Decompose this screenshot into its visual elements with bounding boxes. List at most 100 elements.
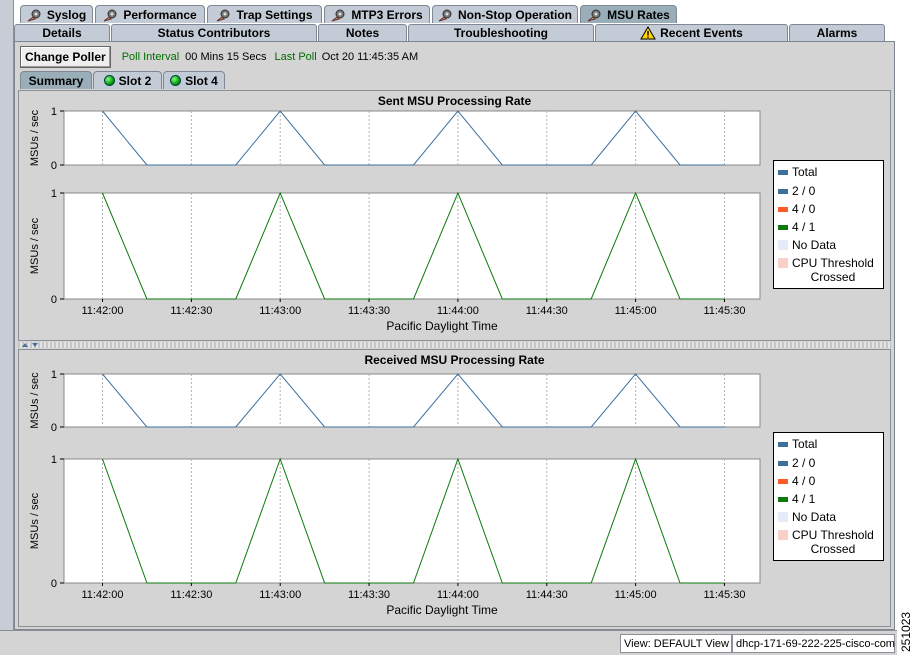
subtab-slot-4[interactable]: Slot 4 xyxy=(163,71,225,89)
subtab-label: Slot 4 xyxy=(185,73,218,88)
subplot-1: 0 1 MSUs / sec xyxy=(29,454,761,590)
tab-performance[interactable]: Performance xyxy=(95,5,205,23)
tab-details[interactable]: Details xyxy=(14,24,110,41)
tab-notes[interactable]: Notes xyxy=(318,24,407,41)
y-tick-label: 1 xyxy=(51,369,57,381)
content-area: Change Poller Poll Interval 00 Mins 15 S… xyxy=(14,41,895,630)
legend-label: 4 / 0 xyxy=(792,474,816,488)
legend-label: Total xyxy=(792,165,818,179)
legend-label: 2 / 0 xyxy=(792,184,816,198)
green-status-icon xyxy=(103,75,115,86)
tab-label: MSU Rates xyxy=(607,7,670,22)
y-axis-label: MSUs / sec xyxy=(29,372,41,429)
y-tick-label: 0 xyxy=(51,160,57,172)
x-tick-label: 11:42:30 xyxy=(170,305,212,317)
received-msu-chart: 0 1 MSUs / sec 0 1 MSUs / sec 11:42:00 11:42:30… xyxy=(29,369,761,617)
plot-area xyxy=(63,192,761,300)
tab-troubleshooting[interactable]: Troubleshooting xyxy=(408,24,594,41)
legend-label: No Data xyxy=(792,238,837,252)
tab-label: Status Contributors xyxy=(157,26,271,40)
legend-swatch xyxy=(778,461,788,466)
legend-swatch xyxy=(778,497,788,502)
x-tick-label: 11:44:30 xyxy=(526,589,568,601)
gear-hand-icon xyxy=(332,9,345,21)
y-axis-label: MSUs / sec xyxy=(29,109,41,166)
legend-item: Total xyxy=(778,165,817,179)
left-edge xyxy=(0,0,14,630)
legend-item: 4 / 1 xyxy=(778,492,815,506)
tab-trap-settings[interactable]: Trap Settings xyxy=(207,5,322,23)
x-tick-label: 11:42:00 xyxy=(81,305,123,317)
x-tick-label: 11:43:30 xyxy=(348,589,390,601)
x-tick-label: 11:42:00 xyxy=(81,589,123,601)
y-tick-label: 1 xyxy=(51,106,57,118)
legend-label: 4 / 0 xyxy=(792,202,816,216)
subplot-0: 0 1 MSUs / sec xyxy=(29,369,761,434)
y-tick-label: 1 xyxy=(51,188,57,200)
x-tick-label: 11:45:30 xyxy=(703,305,745,317)
legend-swatch xyxy=(778,512,788,522)
x-axis-label: Pacific Daylight Time xyxy=(386,603,498,617)
poll-toolbar: Change Poller Poll Interval 00 Mins 15 S… xyxy=(20,46,418,68)
last-poll-label: Last Poll xyxy=(274,51,317,63)
tab-non-stop-operation[interactable]: Non-Stop Operation xyxy=(432,5,578,23)
tab-syslog[interactable]: Syslog xyxy=(20,5,93,23)
tab-status-contributors[interactable]: Status Contributors xyxy=(111,24,317,41)
x-tick-label: 11:45:30 xyxy=(703,589,745,601)
legend-swatch xyxy=(778,240,788,250)
subtab-slot-2[interactable]: Slot 2 xyxy=(93,71,162,89)
legend-label: 4 / 1 xyxy=(792,492,816,506)
subplot-0: 0 1 MSUs / sec xyxy=(29,106,761,172)
view-indicator: View: DEFAULT View xyxy=(620,634,732,653)
legend-label: No Data xyxy=(792,510,837,524)
poll-interval-label: Poll Interval xyxy=(121,51,180,63)
subplot-1: 0 1 MSUs / sec xyxy=(29,188,761,306)
x-tick-label: 11:43:30 xyxy=(348,305,390,317)
x-tick-label: 11:43:00 xyxy=(259,305,301,317)
legend-swatch xyxy=(778,207,788,212)
host-indicator: dhcp-171-69-222-225-cisco-com xyxy=(732,634,895,653)
tab-label: Alarms xyxy=(816,26,858,40)
change-poller-button[interactable]: Change Poller xyxy=(20,46,111,68)
subtab-label: Slot 2 xyxy=(118,73,152,88)
tab-mtp3-errors[interactable]: MTP3 Errors xyxy=(324,5,430,23)
legend-item: CPU Threshold Crossed xyxy=(778,528,874,556)
y-axis-label: MSUs / sec xyxy=(29,492,41,549)
legend-item: 2 / 0 xyxy=(778,456,815,470)
legend-label: CPU Threshold Crossed xyxy=(792,256,874,284)
collapse-arrows-icon[interactable] xyxy=(20,342,44,348)
app-window: Syslog Performance Trap Settings MTP3 Er… xyxy=(0,0,897,655)
tab-label: Recent Events xyxy=(660,26,743,40)
y-tick-label: 0 xyxy=(51,578,57,590)
subtab-summary[interactable]: Summary xyxy=(20,71,92,89)
legend-item: No Data xyxy=(778,238,836,252)
tab-label: Non-Stop Operation xyxy=(458,7,572,22)
plot-area xyxy=(63,110,761,166)
plot-area xyxy=(63,458,761,584)
tab-label: Details xyxy=(42,26,82,40)
legend-item: Total xyxy=(778,437,817,451)
tab-msu-rates[interactable]: MSU Rates xyxy=(580,5,677,23)
chart-legend: Total 2 / 0 4 / 0 4 / 1 No Data CPU Threshold… xyxy=(773,160,884,289)
legend-swatch xyxy=(778,258,788,268)
tab-alarms[interactable]: Alarms xyxy=(789,24,885,41)
legend-swatch xyxy=(778,442,788,447)
x-tick-label: 11:44:00 xyxy=(437,589,479,601)
subtab-label: Summary xyxy=(28,73,84,88)
legend-swatch xyxy=(778,530,788,540)
legend-item: 2 / 0 xyxy=(778,184,815,198)
legend-label: Total xyxy=(792,437,818,451)
tab-label: Performance xyxy=(123,7,197,22)
legend-label: 2 / 0 xyxy=(792,456,816,470)
legend-swatch xyxy=(778,225,788,230)
gear-hand-icon xyxy=(587,9,601,21)
legend-swatch xyxy=(778,170,788,175)
x-tick-label: 11:45:00 xyxy=(615,305,657,317)
split-pane-divider[interactable] xyxy=(18,342,891,348)
figure-id-label: 251023 xyxy=(899,612,913,652)
tab-recent-events[interactable]: Recent Events xyxy=(595,24,788,41)
status-bar: View: DEFAULT View dhcp-171-69-222-225-c… xyxy=(0,630,897,655)
x-tick-label: 11:42:30 xyxy=(170,589,212,601)
y-tick-label: 1 xyxy=(51,454,57,466)
legend-item: 4 / 1 xyxy=(778,220,815,234)
